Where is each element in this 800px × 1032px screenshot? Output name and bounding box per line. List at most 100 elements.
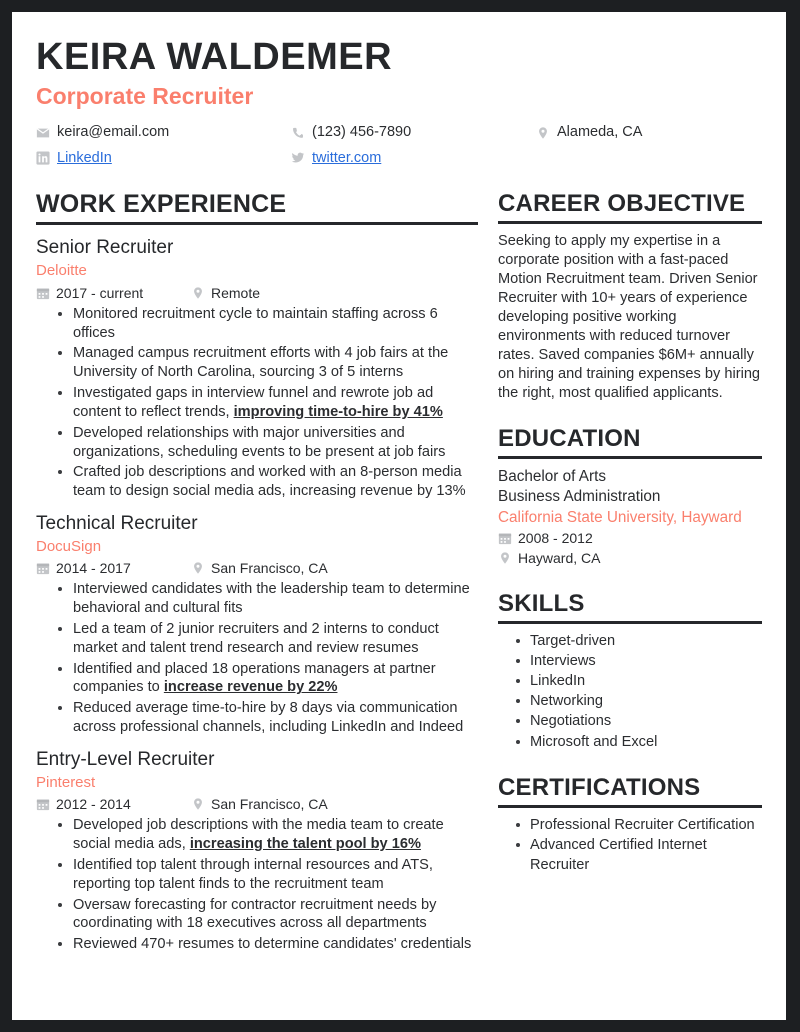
phone-icon: [291, 126, 305, 140]
work-entry-bullets: Monitored recruitment cycle to maintain …: [36, 305, 478, 501]
education-entry: Bachelor of Arts Business Administration…: [498, 467, 762, 567]
work-entry-title: Senior Recruiter: [36, 237, 174, 259]
certifications-list: Professional Recruiter Certification Adv…: [498, 815, 762, 875]
contact-location-text: Alameda, CA: [557, 124, 643, 141]
bullet-item: Investigated gaps in interview funnel an…: [58, 384, 478, 422]
twitter-icon: [291, 151, 305, 165]
section-career-objective: CAREER OBJECTIVE Seeking to apply my exp…: [498, 190, 762, 403]
bullet-item: Oversaw forecasting for contractor recru…: [58, 896, 478, 934]
bullet-item: Developed relationships with major unive…: [58, 424, 478, 462]
contact-phone-text: (123) 456-7890: [312, 124, 412, 141]
list-item: Advanced Certified Internet Recruiter: [516, 835, 762, 875]
skills-heading: SKILLS: [498, 590, 762, 624]
work-entry-location-group: San Francisco, CA: [191, 559, 328, 577]
list-item: Interviews: [516, 651, 762, 671]
work-entry-dates: 2014 - 2017: [56, 560, 131, 577]
list-item: LinkedIn: [516, 671, 762, 691]
location-pin-icon: [191, 561, 205, 575]
contact-email-text: keira@email.com: [57, 124, 170, 141]
bullet-text: Developed relationships with major unive…: [73, 424, 446, 460]
work-entry-dates-group: 2012 - 2014: [36, 795, 191, 813]
right-column: CAREER OBJECTIVE Seeking to apply my exp…: [498, 190, 762, 879]
work-experience-heading: WORK EXPERIENCE: [36, 190, 478, 226]
work-entry-dates: 2012 - 2014: [56, 796, 131, 813]
bullet-item: Interviewed candidates with the leadersh…: [58, 580, 478, 618]
bullet-item: Managed campus recruitment efforts with …: [58, 344, 478, 382]
bullet-item: Monitored recruitment cycle to maintain …: [58, 305, 478, 343]
work-entry-location-group: Remote: [191, 284, 260, 302]
work-entry-organization: Deloitte: [36, 262, 87, 280]
resume-content: KEIRA WALDEMER Corporate Recruiter keira…: [12, 12, 786, 958]
location-pin-icon: [191, 286, 205, 300]
section-education: EDUCATION Bachelor of Arts Business Admi…: [498, 425, 762, 568]
work-entry-location-group: San Francisco, CA: [191, 795, 328, 813]
calendar-icon: [498, 531, 512, 545]
contact-linkedin[interactable]: LinkedIn: [36, 149, 291, 168]
career-objective-text: Seeking to apply my expertise in a corpo…: [498, 233, 761, 401]
career-objective-heading: CAREER OBJECTIVE: [498, 190, 762, 225]
bullet-text: Oversaw forecasting for contractor recru…: [73, 896, 437, 932]
education-location-group: Hayward, CA: [498, 549, 762, 568]
calendar-icon: [36, 286, 50, 300]
left-column: WORK EXPERIENCE Senior Recruiter Deloitt…: [36, 190, 498, 958]
bullet-item: Reviewed 470+ resumes to determine candi…: [58, 935, 478, 954]
bullet-text: Reduced average time-to-hire by 8 days v…: [73, 700, 464, 736]
contact-twitter-link[interactable]: twitter.com: [312, 149, 381, 168]
education-location: Hayward, CA: [518, 549, 601, 566]
bullet-text: Interviewed candidates with the leadersh…: [73, 581, 470, 617]
work-entry-title: Entry-Level Recruiter: [36, 748, 215, 770]
work-entry: Entry-Level Recruiter Pinterest 2012 - 2…: [36, 748, 478, 954]
bullet-text: Monitored recruitment cycle to maintain …: [73, 305, 438, 341]
contact-phone: (123) 456-7890: [291, 123, 536, 142]
bullet-item: Led a team of 2 junior recruiters and 2 …: [58, 620, 478, 658]
contact-info-grid: keira@email.com (123) 456-7890 Alameda, …: [36, 123, 762, 168]
work-entry: Senior Recruiter Deloitte 2017 - current: [36, 236, 478, 501]
work-entry-location: Remote: [211, 284, 261, 301]
linkedin-icon: [36, 151, 50, 166]
work-entry-bullets: Developed job descriptions with the medi…: [36, 816, 478, 954]
list-item: Professional Recruiter Certification: [516, 815, 762, 835]
work-entry-bullets: Interviewed candidates with the leadersh…: [36, 580, 478, 737]
education-dates-group: 2008 - 2012: [498, 529, 762, 548]
location-pin-icon: [498, 551, 512, 565]
candidate-name: KEIRA WALDEMER: [36, 36, 393, 78]
section-certifications: CERTIFICATIONS Professional Recruiter Ce…: [498, 774, 762, 876]
certifications-heading: CERTIFICATIONS: [498, 774, 762, 808]
education-field: Business Administration: [498, 488, 661, 506]
bullet-item: Reduced average time-to-hire by 8 days v…: [58, 699, 478, 737]
work-entry-location: San Francisco, CA: [211, 560, 328, 577]
candidate-job-title: Corporate Recruiter: [36, 82, 254, 109]
work-entry-dates-group: 2014 - 2017: [36, 559, 191, 577]
section-skills: SKILLS Target-driven Interviews LinkedIn…: [498, 590, 762, 752]
resume-body: WORK EXPERIENCE Senior Recruiter Deloitt…: [36, 190, 762, 958]
list-item: Microsoft and Excel: [516, 732, 762, 752]
work-entry-meta: 2014 - 2017 San Francisco, CA: [36, 559, 478, 577]
education-dates: 2008 - 2012: [518, 529, 593, 546]
contact-location: Alameda, CA: [536, 123, 762, 142]
contact-email: keira@email.com: [36, 123, 291, 142]
list-item: Negotiations: [516, 711, 762, 731]
education-heading: EDUCATION: [498, 425, 762, 460]
bullet-text: Identified top talent through internal r…: [73, 856, 433, 892]
contact-twitter[interactable]: twitter.com: [291, 149, 536, 168]
work-entry-meta: 2017 - current Remote: [36, 284, 478, 302]
work-entry-organization: DocuSign: [36, 537, 102, 555]
contact-linkedin-link[interactable]: LinkedIn: [57, 149, 112, 168]
work-entry: Technical Recruiter DocuSign 2014 - 2017: [36, 512, 478, 737]
bullet-text: Crafted job descriptions and worked with…: [73, 464, 466, 500]
bullet-item: Crafted job descriptions and worked with…: [58, 463, 478, 501]
resume-header: KEIRA WALDEMER Corporate Recruiter keira…: [36, 36, 762, 168]
bullet-highlight: increasing the talent pool by 16%: [189, 836, 421, 853]
location-pin-icon: [191, 797, 205, 811]
bullet-item: Identified top talent through internal r…: [58, 856, 478, 894]
resume-page: KEIRA WALDEMER Corporate Recruiter keira…: [12, 12, 786, 1020]
section-work-experience: WORK EXPERIENCE Senior Recruiter Deloitt…: [36, 190, 478, 954]
calendar-icon: [36, 561, 50, 575]
bullet-item: Identified and placed 18 operations mana…: [58, 660, 478, 698]
bullet-text: Led a team of 2 junior recruiters and 2 …: [73, 621, 439, 656]
calendar-icon: [36, 797, 50, 811]
location-pin-icon: [536, 126, 550, 140]
bullet-text: Managed campus recruitment efforts with …: [73, 345, 449, 381]
work-entry-location: San Francisco, CA: [211, 796, 328, 813]
work-entry-meta: 2012 - 2014 San Francisco, CA: [36, 795, 478, 813]
